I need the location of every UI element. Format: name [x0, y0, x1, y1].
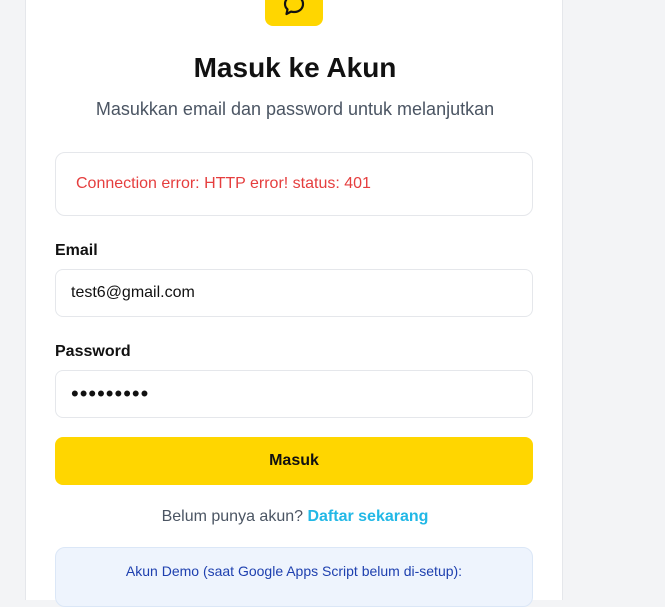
- page-subtitle: Masukkan email dan password untuk melanj…: [95, 99, 495, 119]
- error-message: Connection error: HTTP error! status: 40…: [76, 175, 371, 192]
- signup-prompt: Belum punya akun? Daftar sekarang: [0, 508, 590, 526]
- demo-account-title: Akun Demo (saat Google Apps Script belum…: [125, 563, 463, 579]
- error-alert: Connection error: HTTP error! status: 40…: [55, 152, 533, 216]
- login-button[interactable]: Masuk: [55, 437, 533, 485]
- app-logo: [265, 0, 323, 26]
- demo-account-box: Akun Demo (saat Google Apps Script belum…: [55, 547, 533, 607]
- signup-prompt-text: Belum punya akun?: [161, 508, 304, 525]
- email-label: Email: [55, 242, 98, 259]
- page-title: Masuk ke Akun: [193, 52, 397, 83]
- chat-bubble-icon: [281, 0, 307, 24]
- password-label: Password: [55, 343, 131, 360]
- password-field[interactable]: [55, 370, 533, 418]
- email-field[interactable]: [55, 269, 533, 317]
- signup-link[interactable]: Daftar sekarang: [307, 508, 428, 525]
